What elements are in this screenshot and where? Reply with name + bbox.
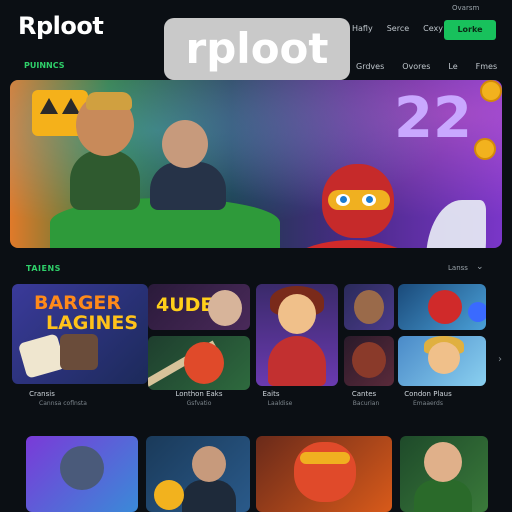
section-link[interactable]: Lanss <box>448 264 468 272</box>
tile-label: Condon Plaus <box>404 390 452 398</box>
tile-character <box>192 446 226 482</box>
cta-button[interactable]: Lorke <box>444 20 496 40</box>
tile-sublabel: Gsfvatio <box>186 400 212 407</box>
chevron-right-icon[interactable]: › <box>498 354 502 365</box>
box-icon <box>17 333 67 379</box>
site-logo[interactable]: Rploot <box>18 12 104 40</box>
chevron-down-icon[interactable]: ⌄ <box>476 262 484 272</box>
tile-title: 4UDE <box>156 294 214 316</box>
coin-icon <box>480 80 502 102</box>
tile-character <box>278 294 316 334</box>
game-tile-4ude[interactable]: 4UDE <box>148 284 250 330</box>
game-tile-cat[interactable] <box>26 436 138 512</box>
tile-sublabel: Emaaerds <box>413 400 443 407</box>
tile-character <box>352 342 386 378</box>
tile-character <box>428 342 460 374</box>
game-tile-man[interactable] <box>400 436 488 512</box>
hero-banner[interactable]: 22 <box>10 80 502 248</box>
game-tile-hero[interactable] <box>256 436 392 512</box>
nav-item-3[interactable]: Cexy <box>423 24 443 33</box>
box-icon <box>60 334 98 370</box>
tile-character <box>428 290 462 324</box>
dwarf-hat <box>86 92 132 110</box>
subnav-link-3[interactable]: Le <box>448 62 457 71</box>
game-tile-agent[interactable] <box>146 436 250 512</box>
subnav-link-2[interactable]: Ovores <box>402 62 430 71</box>
game-tile-7[interactable] <box>398 284 486 330</box>
tile-body <box>414 480 472 512</box>
tile-mask <box>300 452 350 464</box>
section-title: TAIENS <box>26 264 61 273</box>
arrow-up-icon <box>62 98 80 114</box>
tile-character <box>208 290 242 326</box>
nav-item-1[interactable]: Hafly <box>352 24 373 33</box>
subnav-title[interactable]: PUINNCS <box>24 61 65 70</box>
watermark-badge: rploot <box>164 18 350 80</box>
tile-label: Lonthon Eaks <box>175 390 223 398</box>
game-tile-5[interactable] <box>344 284 394 330</box>
subnav-links: Grdves Ovores Le Fmes <box>356 62 497 71</box>
tile-character <box>184 342 224 384</box>
top-nav: Hafly Serce Cexy <box>352 24 443 33</box>
tile-sublabel: Laaldise <box>267 400 293 407</box>
tile-body <box>268 336 326 386</box>
subnav-link-4[interactable]: Fmes <box>476 62 497 71</box>
hero-eye <box>362 194 376 206</box>
tile-body <box>182 480 236 512</box>
game-tile-condon-plaus[interactable] <box>398 336 486 386</box>
tile-character <box>354 290 384 324</box>
hero-number: 22 <box>394 86 472 151</box>
subnav-link-1[interactable]: Grdves <box>356 62 384 71</box>
arrow-up-icon <box>40 98 58 114</box>
game-tile-cantes[interactable] <box>344 336 394 386</box>
tile-title-2: LAGINES <box>46 312 139 334</box>
game-tile-lonthon[interactable] <box>148 336 250 390</box>
tile-label: Cransis <box>29 390 55 398</box>
game-tile-eaits[interactable] <box>256 284 338 386</box>
game-tile-barger-lagines[interactable]: BARGER LAGINES <box>12 284 148 384</box>
tile-sublabel: Bacurian <box>352 400 380 407</box>
ogre-body <box>150 162 226 210</box>
tile-character <box>294 442 356 502</box>
hero-eye <box>336 194 350 206</box>
coin-icon <box>474 138 496 160</box>
tile-title-1: BARGER <box>34 292 122 314</box>
dwarf-body <box>70 150 140 210</box>
top-link[interactable]: Ovarsm <box>452 4 479 12</box>
tile-character <box>60 446 104 490</box>
orb-icon <box>468 302 486 322</box>
ogre-character <box>162 120 208 168</box>
tile-character <box>424 442 462 482</box>
tile-sublabel: Cannsa coflnsta <box>39 400 87 407</box>
watermark-text: rploot <box>185 24 329 73</box>
tile-label: Cantes <box>351 390 377 398</box>
nav-item-2[interactable]: Serce <box>387 24 409 33</box>
coin-icon <box>154 480 184 510</box>
tile-label: Eaits <box>262 390 280 398</box>
